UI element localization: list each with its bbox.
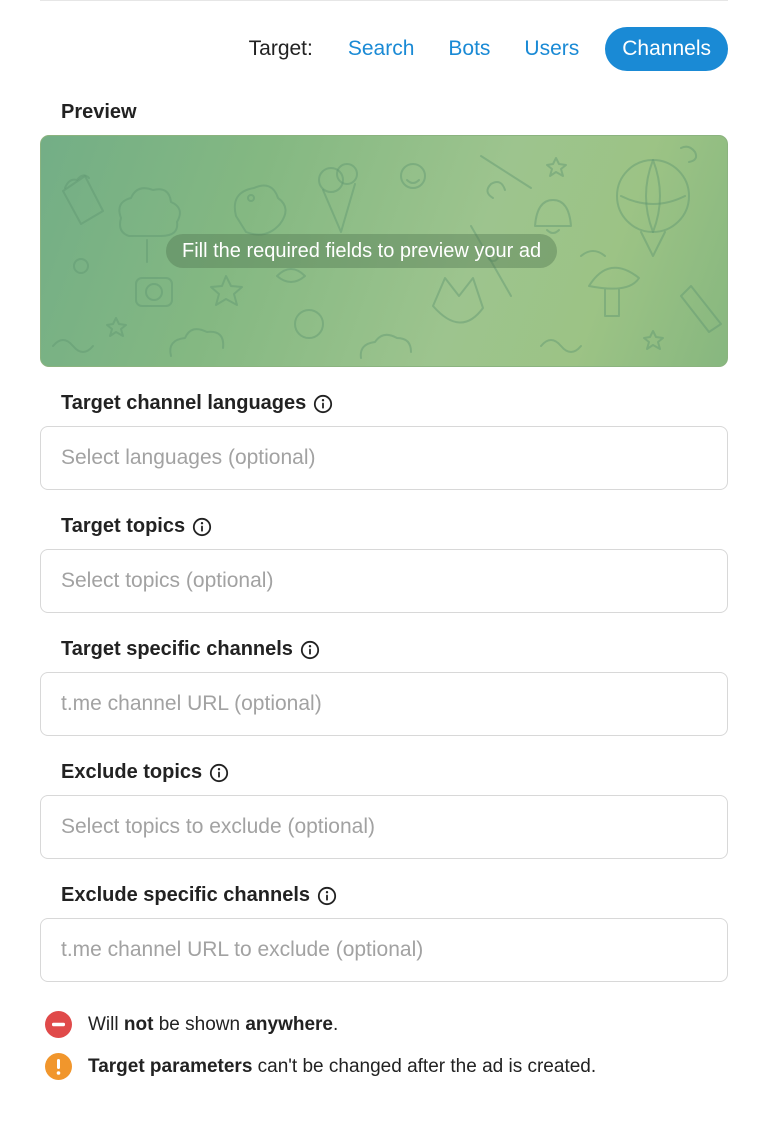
visibility-note-text: Will not be shown anywhere. [88,1013,339,1035]
channel-url-input[interactable] [40,672,728,736]
preview-placeholder-message: Fill the required fields to preview your… [166,234,558,268]
info-icon[interactable] [313,394,333,414]
field-label-text: Target specific channels [61,638,293,660]
field-label-exclude-topics: Exclude topics [61,761,229,784]
preview-title: Preview [61,101,137,123]
minus-circle-icon [45,1011,72,1038]
field-label-specific-channels: Target specific channels [61,638,320,661]
info-icon[interactable] [192,517,212,537]
visibility-note: Will not be shown anywhere. [45,1011,338,1038]
target-label: Target: [248,37,313,60]
languages-select[interactable] [40,426,728,490]
field-label-exclude-channels: Exclude specific channels [61,884,337,907]
field-label-text: Exclude specific channels [61,884,310,906]
field-label-text: Target channel languages [61,392,307,414]
ad-preview: Fill the required fields to preview your… [40,135,728,367]
topics-select[interactable] [40,549,728,613]
ad-targeting-form: Target: Search Bots Users Channels Previ… [0,0,784,1142]
exclude-topics-select[interactable] [40,795,728,859]
field-label-topics: Target topics [61,515,212,538]
field-label-text: Target topics [61,515,186,537]
field-label-text: Exclude topics [61,761,203,783]
tab-search[interactable]: Search [331,27,432,71]
tab-bots[interactable]: Bots [431,27,507,71]
target-selector: Target: Search Bots Users Channels [249,27,728,71]
tab-users[interactable]: Users [507,27,596,71]
warning-note-text: Target parameters can't be changed after… [88,1055,597,1077]
exclamation-circle-icon [45,1053,72,1080]
top-divider [40,0,728,1]
info-icon[interactable] [317,886,337,906]
field-label-channel-languages: Target channel languages [61,392,333,415]
exclude-channel-url-input[interactable] [40,918,728,982]
tab-channels[interactable]: Channels [605,27,728,71]
warning-note: Target parameters can't be changed after… [45,1053,596,1080]
info-icon[interactable] [209,763,229,783]
info-icon[interactable] [300,640,320,660]
